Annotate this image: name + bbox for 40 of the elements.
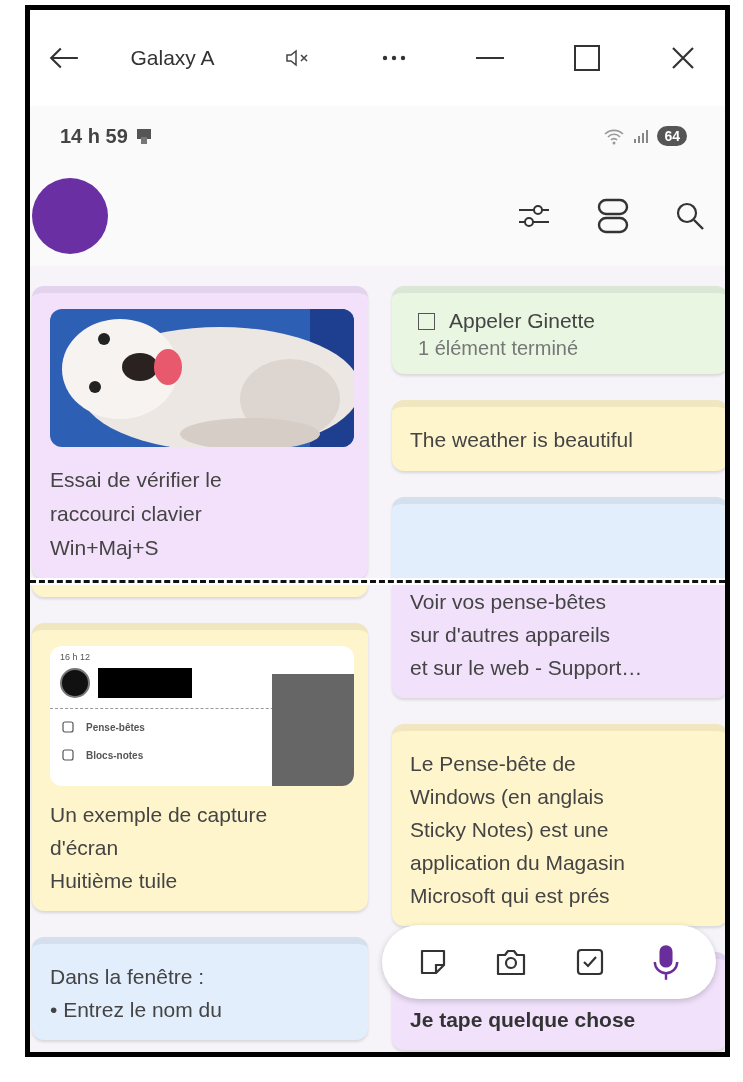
close-icon[interactable] — [670, 46, 695, 70]
note-icon — [62, 721, 74, 733]
checkbox[interactable] — [418, 312, 435, 330]
note-card[interactable]: Essai de vérifier le raccourci clavier Win+Maj+S — [32, 286, 368, 578]
note-card[interactable]: Appeler Ginette 1 élément terminé — [392, 286, 725, 374]
note-card[interactable]: Voir vos pense-bêtes sur d'autres appareils et sur le web - Support… — [392, 585, 725, 698]
avatar — [60, 668, 90, 698]
screenshot-time: 16 h 12 — [60, 652, 91, 662]
maximize-icon[interactable] — [574, 45, 601, 71]
back-icon[interactable] — [48, 45, 80, 71]
note-text: The weather is beautiful — [410, 427, 634, 453]
signal-icon — [633, 128, 650, 144]
window-title: Galaxy A — [130, 46, 215, 70]
more-icon[interactable] — [381, 55, 406, 61]
note-card[interactable]: Le Pense-bête de Windows (en anglais Sticky Notes) est une application du Magasin Microsoft qui est prés — [392, 724, 725, 926]
status-time: 14 h 59 — [60, 124, 128, 148]
menu-item: Pense-bêtes — [86, 721, 145, 733]
mute-icon[interactable] — [285, 48, 311, 68]
note-icon — [62, 749, 74, 761]
note-text: Dans la fenêtre : • Entrez le nom du — [50, 964, 223, 1023]
note-card[interactable]: The weather is beautiful — [392, 400, 725, 471]
note-card[interactable]: 16 h 12 Pense-bêtes Blocs-notes Un exemple de capture d'écran Huitième tuile — [32, 623, 368, 911]
layout-icon[interactable] — [597, 198, 629, 234]
completed-count: 1 élément terminé — [417, 337, 580, 360]
minimize-icon[interactable] — [476, 56, 504, 60]
checkbox-icon[interactable] — [574, 947, 605, 977]
note-text: Voir vos pense-bêtes sur d'autres appareils et sur le web - Support… — [410, 589, 644, 681]
search-icon[interactable] — [675, 201, 705, 231]
battery-level: 64 — [657, 126, 687, 146]
note-text: Le Pense-bête de Windows (en anglais Sticky Notes) est une application du Magasin Microsoft qui est prés — [410, 751, 626, 909]
camera-icon[interactable] — [495, 947, 528, 977]
menu-item: Blocs-notes — [86, 749, 144, 761]
wifi-icon — [603, 127, 626, 145]
note-card[interactable]: Dans la fenêtre : • Entrez le nom du — [32, 937, 368, 1040]
note-text: Un exemple de capture d'écran Huitième tuile — [50, 802, 269, 894]
note-text: Essai de vérifier le raccourci clavier Win+Maj+S — [50, 467, 223, 561]
note-text: Je tape quelque chose — [410, 1007, 637, 1033]
checklist-item: Appeler Ginette — [449, 309, 595, 333]
notification-icon — [135, 127, 152, 145]
microphone-icon[interactable] — [652, 943, 681, 981]
